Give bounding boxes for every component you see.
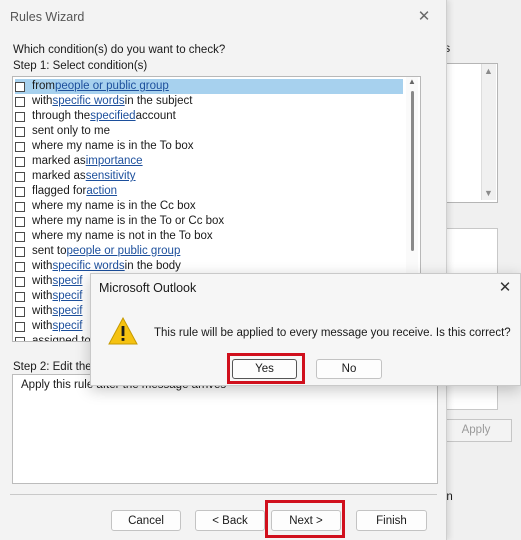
close-icon[interactable]: ✕ <box>412 6 436 28</box>
condition-checkbox[interactable] <box>15 111 25 122</box>
scroll-down-arrow-icon[interactable]: ▼ <box>484 188 493 198</box>
condition-checkbox[interactable] <box>15 306 25 317</box>
condition-checkbox[interactable] <box>15 321 25 332</box>
condition-item[interactable]: flagged for action <box>15 184 117 199</box>
condition-checkbox[interactable] <box>15 246 25 257</box>
condition-item[interactable]: assigned to <box>15 334 91 342</box>
condition-text: through the <box>32 110 91 122</box>
condition-link[interactable]: sensitivity <box>86 169 136 184</box>
condition-link[interactable]: specific words <box>52 259 124 274</box>
step2-label: Step 2: Edit the <box>13 361 92 373</box>
rules-wizard-dialog: Rules Wizard ✕ Which condition(s) do you… <box>0 0 447 540</box>
condition-link[interactable]: specif <box>52 304 82 319</box>
condition-text: with <box>32 290 53 302</box>
condition-text: with <box>32 260 53 272</box>
condition-text: flagged for <box>32 185 87 197</box>
condition-item[interactable]: with specif <box>15 289 83 304</box>
condition-item[interactable]: from people or public group <box>15 79 403 94</box>
condition-text: from <box>32 80 55 92</box>
condition-text: account <box>135 110 176 122</box>
cancel-button[interactable]: Cancel <box>111 510 181 531</box>
condition-checkbox[interactable] <box>15 81 25 92</box>
condition-text: where my name is not in the To box <box>32 230 213 242</box>
condition-link[interactable]: specific words <box>52 94 124 109</box>
condition-text: sent only to me <box>32 125 110 137</box>
scrollbar-thumb[interactable] <box>411 91 414 251</box>
confirm-title: Microsoft Outlook <box>99 281 197 295</box>
condition-text: where my name is in the Cc box <box>32 200 196 212</box>
condition-text: with <box>32 95 53 107</box>
condition-text: with <box>32 320 53 332</box>
condition-link[interactable]: specif <box>52 289 82 304</box>
no-button[interactable]: No <box>316 359 382 379</box>
condition-text: assigned to <box>32 335 91 342</box>
rule-description-box[interactable]: Apply this rule after the message arrive… <box>12 374 438 484</box>
yes-button-highlight <box>227 353 305 384</box>
condition-checkbox[interactable] <box>15 291 25 302</box>
condition-link[interactable]: importance <box>86 154 143 169</box>
condition-text: where my name is in the To box <box>32 140 194 152</box>
condition-checkbox[interactable] <box>15 261 25 272</box>
condition-link[interactable]: action <box>86 184 117 199</box>
condition-link[interactable]: people or public group <box>55 79 169 94</box>
condition-item[interactable]: marked as importance <box>15 154 143 169</box>
condition-checkbox[interactable] <box>15 156 25 167</box>
condition-text: in the body <box>124 260 181 272</box>
condition-item[interactable]: where my name is in the To box <box>15 139 194 154</box>
condition-checkbox[interactable] <box>15 201 25 212</box>
condition-item[interactable]: where my name is in the Cc box <box>15 199 196 214</box>
condition-item[interactable]: with specif <box>15 319 83 334</box>
condition-text: where my name is in the To or Cc box <box>32 215 225 227</box>
condition-text: marked as <box>32 170 86 182</box>
close-icon[interactable]: ✕ <box>495 278 515 298</box>
condition-link[interactable]: specified <box>90 109 135 124</box>
condition-checkbox[interactable] <box>15 231 25 242</box>
dialog-title: Rules Wizard <box>10 10 85 24</box>
condition-link[interactable]: people or public group <box>67 244 181 259</box>
background-scrollbar[interactable]: ▲ ▼ <box>481 64 496 200</box>
condition-text: marked as <box>32 155 86 167</box>
condition-checkbox[interactable] <box>15 336 25 341</box>
condition-item[interactable]: sent to people or public group <box>15 244 180 259</box>
condition-link[interactable]: specif <box>52 319 82 334</box>
outlook-confirm-dialog: Microsoft Outlook ✕ This rule will be ap… <box>90 273 521 386</box>
divider <box>10 494 437 495</box>
scroll-up-arrow-icon[interactable]: ▲ <box>408 77 416 86</box>
condition-item[interactable]: with specific words in the subject <box>15 94 192 109</box>
condition-item[interactable]: through the specified account <box>15 109 176 124</box>
apply-button[interactable]: Apply <box>440 419 512 442</box>
condition-item[interactable]: with specif <box>15 274 83 289</box>
condition-text: sent to <box>32 245 67 257</box>
condition-item[interactable]: sent only to me <box>15 124 110 139</box>
condition-checkbox[interactable] <box>15 216 25 227</box>
next-button-highlight <box>265 500 345 538</box>
back-button[interactable]: < Back <box>195 510 265 531</box>
condition-checkbox[interactable] <box>15 126 25 137</box>
condition-item[interactable]: with specif <box>15 304 83 319</box>
condition-checkbox[interactable] <box>15 171 25 182</box>
condition-item[interactable]: where my name is not in the To box <box>15 229 213 244</box>
step1-label: Step 1: Select condition(s) <box>13 60 148 72</box>
finish-button[interactable]: Finish <box>356 510 427 531</box>
question-label: Which condition(s) do you want to check? <box>13 44 226 56</box>
condition-text: with <box>32 275 53 287</box>
warning-icon <box>108 317 138 345</box>
condition-item[interactable]: with specific words in the body <box>15 259 181 274</box>
condition-text: in the subject <box>124 95 193 107</box>
condition-checkbox[interactable] <box>15 276 25 287</box>
scroll-up-arrow-icon[interactable]: ▲ <box>484 66 493 76</box>
condition-item[interactable]: marked as sensitivity <box>15 169 136 184</box>
condition-checkbox[interactable] <box>15 186 25 197</box>
condition-checkbox[interactable] <box>15 141 25 152</box>
condition-text: with <box>32 305 53 317</box>
confirm-message: This rule will be applied to every messa… <box>154 327 511 339</box>
condition-link[interactable]: specif <box>52 274 82 289</box>
condition-checkbox[interactable] <box>15 96 25 107</box>
condition-item[interactable]: where my name is in the To or Cc box <box>15 214 224 229</box>
